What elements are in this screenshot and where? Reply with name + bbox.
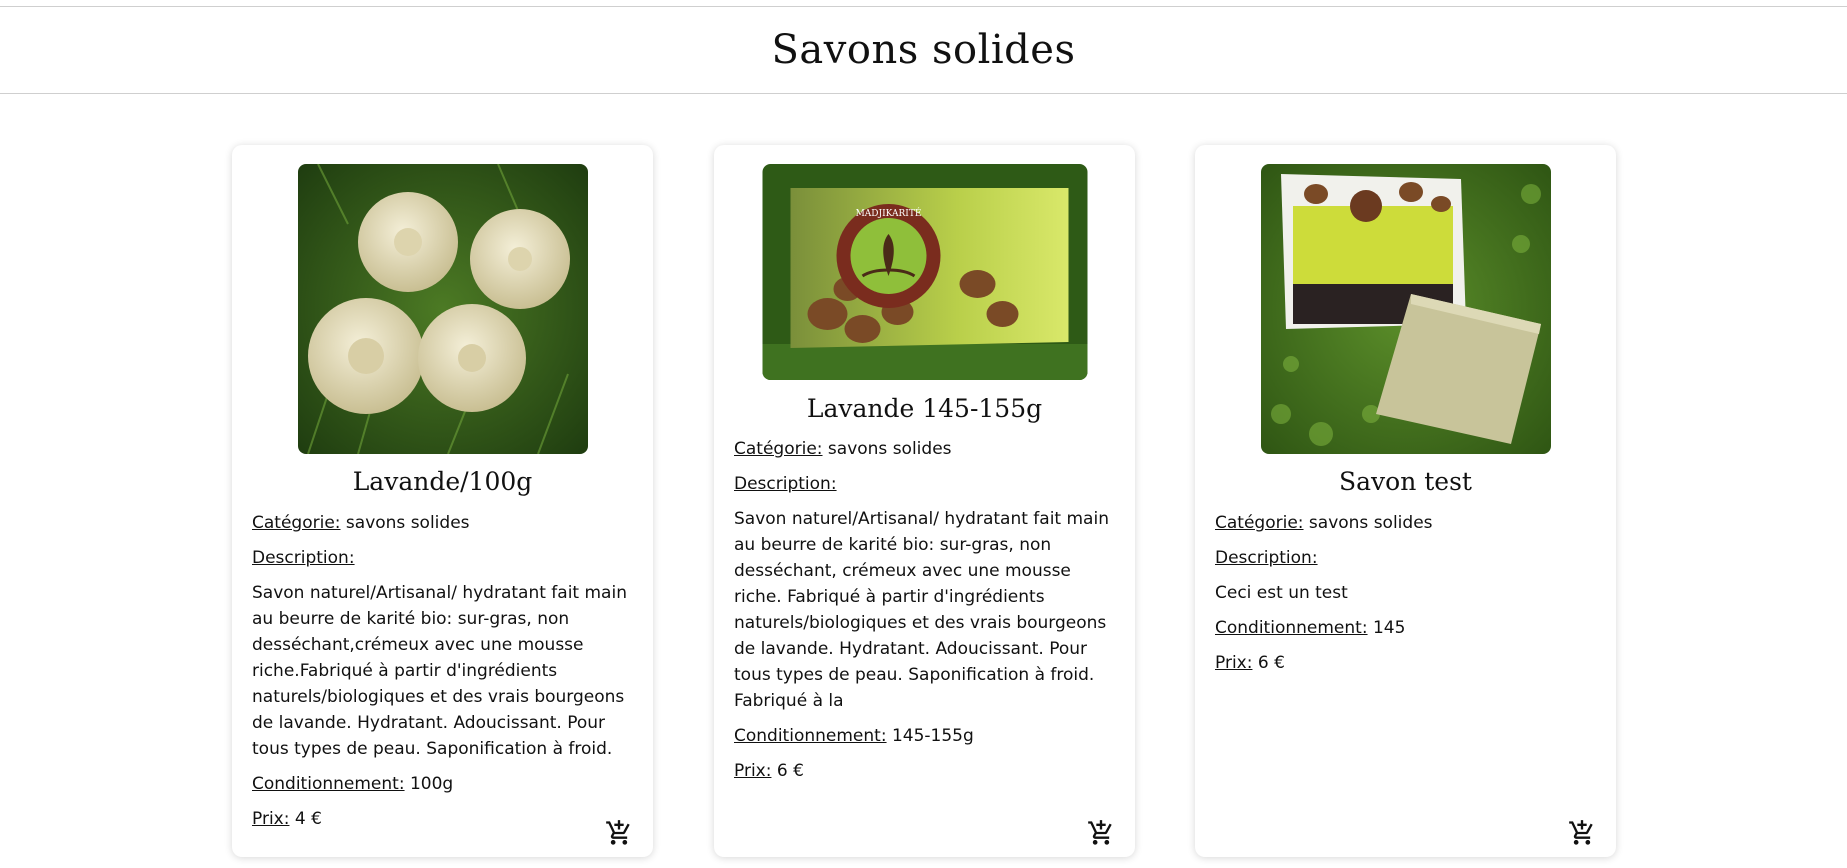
packaging-label: Conditionnement: <box>252 774 405 794</box>
packaging-value: 145 <box>1372 618 1406 638</box>
category-row: Catégorie: savons solides <box>734 436 1115 462</box>
packaging-value: 100g <box>409 774 454 794</box>
category-value: savons solides <box>1308 513 1433 533</box>
category-label: Catégorie: <box>734 439 823 459</box>
product-info: Catégorie: savons solides Description: S… <box>252 510 633 841</box>
add-to-cart-button[interactable] <box>605 819 633 847</box>
box-logo-text: MADJIKARITÉ <box>855 207 921 219</box>
product-card[interactable]: Lavande/100g Catégorie: savons solides D… <box>232 145 653 857</box>
product-title[interactable]: Lavande/100g <box>232 467 653 496</box>
description-text: Savon naturel/Artisanal/ hydratant fait … <box>734 509 1109 711</box>
packaging-label: Conditionnement: <box>734 726 887 746</box>
add-to-cart-icon <box>606 820 630 845</box>
price-label: Prix: <box>734 761 772 781</box>
category-label: Catégorie: <box>252 513 341 533</box>
description-text: Savon naturel/Artisanal/ hydratant fait … <box>252 583 627 759</box>
product-info: Catégorie: savons solides Description: S… <box>734 436 1115 793</box>
category-row: Catégorie: savons solides <box>1215 510 1596 536</box>
description-label: Description: <box>734 474 837 494</box>
price-row: Prix: 6 € <box>734 758 1115 784</box>
product-info: Catégorie: savons solides Description: C… <box>1215 510 1596 685</box>
page: Savons solides Lavande/100g Catégorie: s… <box>0 0 1847 868</box>
packaging-row: Conditionnement: 145 <box>1215 615 1596 641</box>
category-row: Catégorie: savons solides <box>252 510 633 536</box>
price-label: Prix: <box>252 809 290 829</box>
category-value: savons solides <box>345 513 470 533</box>
price-row: Prix: 4 € <box>252 806 633 832</box>
product-card[interactable]: MADJIKARITÉ Lavande 145-155g Catégorie: … <box>714 145 1135 857</box>
description-row: Description: <box>252 545 633 571</box>
category-label: Catégorie: <box>1215 513 1304 533</box>
add-to-cart-button[interactable] <box>1568 819 1596 847</box>
description-label: Description: <box>252 548 355 568</box>
description-text: Ceci est un test <box>1215 583 1348 603</box>
packaging-row: Conditionnement: 145-155g <box>734 723 1115 749</box>
description-label: Description: <box>1215 548 1318 568</box>
price-value: 6 € <box>776 761 804 781</box>
description-row: Description: <box>734 471 1115 497</box>
price-value: 6 € <box>1257 653 1285 673</box>
product-card[interactable]: Savon test Catégorie: savons solides Des… <box>1195 145 1616 857</box>
soap-bar-package-photo <box>1260 164 1551 454</box>
price-value: 4 € <box>294 809 322 829</box>
add-to-cart-icon <box>1088 820 1112 845</box>
category-value: savons solides <box>827 439 952 459</box>
product-image[interactable] <box>297 164 588 454</box>
add-to-cart-button[interactable] <box>1087 819 1115 847</box>
description-row: Description: <box>1215 545 1596 571</box>
add-to-cart-icon <box>1569 820 1593 845</box>
soap-box-photo: MADJIKARITÉ <box>762 164 1087 380</box>
page-title: Savons solides <box>771 27 1076 73</box>
packaging-row: Conditionnement: 100g <box>252 771 633 797</box>
price-label: Prix: <box>1215 653 1253 673</box>
product-image[interactable]: MADJIKARITÉ <box>762 164 1087 380</box>
product-title[interactable]: Savon test <box>1195 467 1616 496</box>
product-title[interactable]: Lavande 145-155g <box>714 394 1135 423</box>
product-image[interactable] <box>1260 164 1551 454</box>
packaging-value: 145-155g <box>891 726 974 746</box>
page-header: Savons solides <box>0 7 1847 94</box>
packaging-label: Conditionnement: <box>1215 618 1368 638</box>
price-row: Prix: 6 € <box>1215 650 1596 676</box>
soap-flowers-photo <box>297 164 588 454</box>
